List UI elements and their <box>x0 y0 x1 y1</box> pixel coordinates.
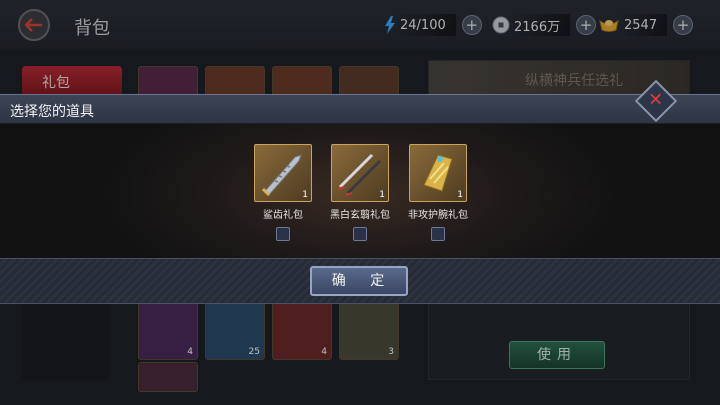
item-frame[interactable]: 1 <box>254 144 312 202</box>
item-count: 1 <box>379 190 385 200</box>
gift-pack-option: 1 非攻护腕礼包 <box>408 144 468 241</box>
item-checkbox[interactable] <box>276 227 290 241</box>
close-icon: ✕ <box>648 90 664 111</box>
item-count: 1 <box>302 190 308 200</box>
item-name: 黑白玄翦礼包 <box>330 210 390 221</box>
item-frame[interactable]: 1 <box>409 144 467 202</box>
gift-pack-option: 1 鲨齿礼包 <box>254 144 312 241</box>
dialog-title: 选择您的道具 <box>10 104 94 120</box>
item-name: 非攻护腕礼包 <box>408 210 468 221</box>
item-count: 1 <box>457 190 463 200</box>
dialog-footer: 确 定 <box>0 258 720 304</box>
dialog-header: 选择您的道具 <box>0 94 720 124</box>
confirm-button[interactable]: 确 定 <box>310 266 408 296</box>
item-checkbox[interactable] <box>353 227 367 241</box>
item-frame[interactable]: 1 <box>331 144 389 202</box>
dialog-body: 1 鲨齿礼包 1 黑白玄翦礼包 1 非攻护腕礼包 <box>0 124 720 258</box>
item-checkbox[interactable] <box>431 227 445 241</box>
gift-pack-option: 1 黑白玄翦礼包 <box>330 144 390 241</box>
